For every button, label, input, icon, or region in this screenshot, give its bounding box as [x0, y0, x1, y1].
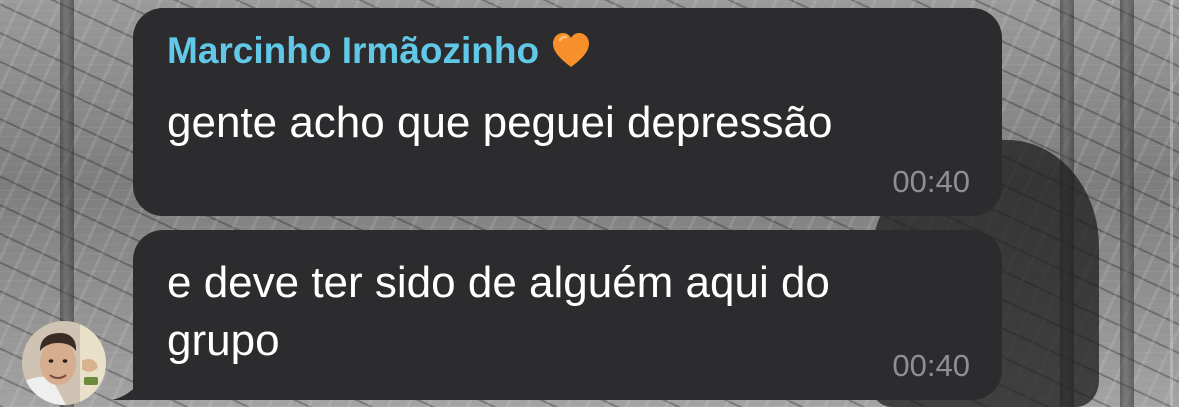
avatar[interactable] [22, 321, 106, 405]
orange-heart-icon [551, 31, 591, 71]
background-art [1120, 0, 1134, 407]
message-bubble[interactable]: e deve ter sido de alguém aqui do grupo … [133, 230, 1002, 400]
message-bubble[interactable]: Marcinho Irmãozinho gente acho que pegue… [133, 8, 1002, 216]
message-timestamp: 00:40 [892, 348, 970, 383]
sender-name[interactable]: Marcinho Irmãozinho [167, 30, 539, 72]
message-timestamp: 00:40 [892, 164, 970, 199]
scroll-indicator[interactable] [1170, 0, 1173, 407]
sender-row: Marcinho Irmãozinho [167, 30, 591, 72]
avatar-photo [22, 321, 106, 405]
message-text: e deve ter sido de alguém aqui do grupo [167, 258, 830, 365]
message-text: gente acho que peguei depressão [167, 98, 833, 147]
